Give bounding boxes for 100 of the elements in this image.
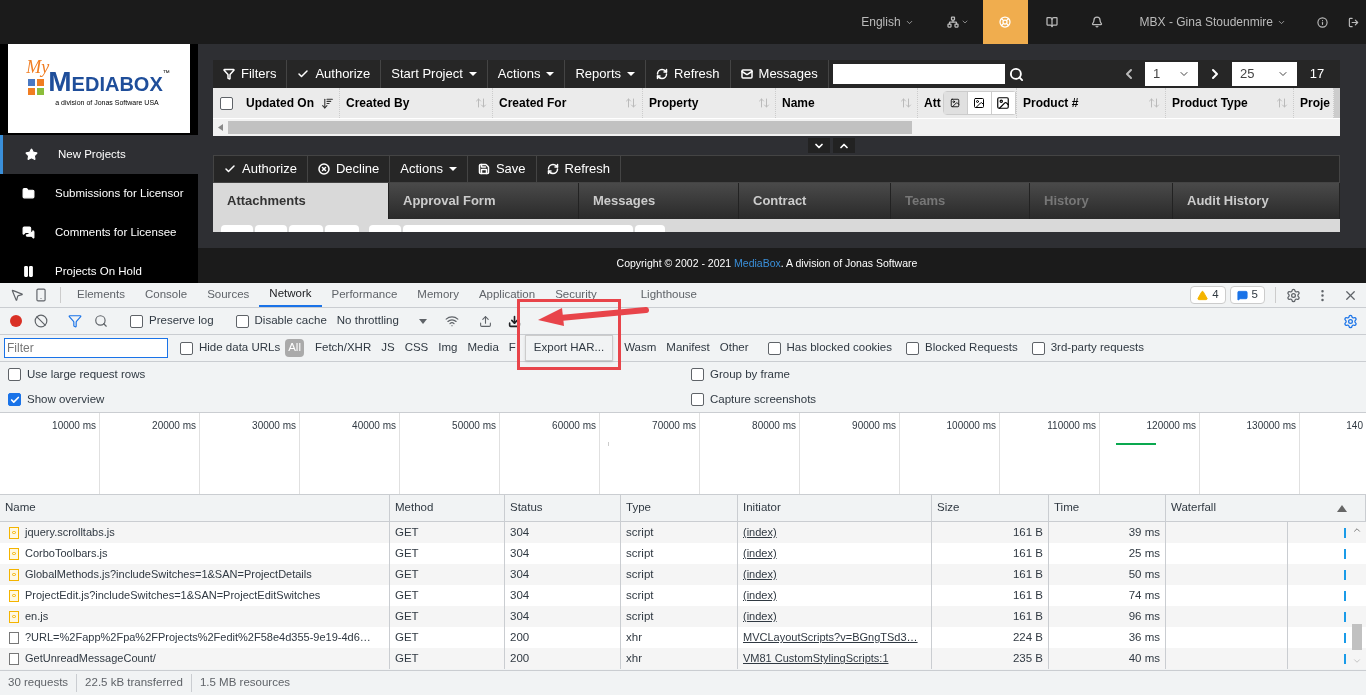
checkbox[interactable] bbox=[691, 393, 704, 406]
settings-icon[interactable] bbox=[1343, 313, 1358, 329]
checkbox[interactable] bbox=[1031, 341, 1045, 355]
clear-icon[interactable] bbox=[34, 314, 48, 328]
column-header[interactable]: Waterfall bbox=[1171, 499, 1216, 517]
request-row[interactable]: jquery.scrolltabs.js GET 304 script (index) 161 B 39 ms bbox=[0, 522, 1366, 543]
tick-label: 70000 ms bbox=[652, 420, 696, 431]
devtools-tab[interactable]: Security bbox=[545, 283, 607, 307]
devtools-tab[interactable]: Network bbox=[259, 283, 322, 307]
sort-ascending-icon[interactable] bbox=[1337, 504, 1347, 512]
detail-tab[interactable]: Audit History bbox=[1173, 183, 1340, 219]
request-row[interactable]: GetUnreadMessageCount/ GET 200 xhr VM81 CustomStylingScripts:1 235 B 40 ms bbox=[0, 648, 1366, 669]
type-filter[interactable]: Media bbox=[464, 339, 502, 357]
column-header[interactable]: Size bbox=[937, 499, 960, 517]
scroll-left-icon[interactable] bbox=[218, 124, 223, 131]
checkbox[interactable] bbox=[8, 368, 21, 381]
search-icon[interactable] bbox=[94, 314, 108, 328]
horizontal-scrollbar[interactable] bbox=[213, 118, 1340, 136]
sidebar-item[interactable]: New Projects bbox=[0, 135, 198, 174]
type-filter[interactable]: Fetch/XHR bbox=[311, 339, 375, 357]
column-header[interactable]: Proje bbox=[1300, 94, 1330, 112]
initiator-link[interactable]: MVCLayoutScripts?v=BGngTSd3… bbox=[743, 629, 918, 646]
initiator-link[interactable]: VM81 CustomStylingScripts:1 bbox=[743, 650, 889, 667]
column-header[interactable]: Updated On bbox=[246, 94, 314, 112]
request-row[interactable]: GlobalMethods.js?includeSwitches=1&SAN=ProjectDetails GET 304 script (index) 161 B 50 ms bbox=[0, 564, 1366, 585]
column-header[interactable]: Type bbox=[626, 499, 651, 517]
column-header[interactable]: Created By bbox=[346, 94, 410, 112]
initiator-link[interactable]: (index) bbox=[743, 587, 777, 604]
sidebar-item[interactable]: Projects On Hold bbox=[0, 252, 198, 283]
inspect-icon[interactable] bbox=[10, 288, 24, 302]
column-header[interactable]: Time bbox=[1054, 499, 1080, 517]
column-header[interactable]: Product # bbox=[1023, 94, 1079, 112]
scrollbar-thumb[interactable] bbox=[228, 121, 912, 134]
checkbox[interactable] bbox=[235, 314, 249, 328]
checkbox[interactable] bbox=[8, 393, 21, 406]
page-select[interactable]: 1 bbox=[1145, 62, 1198, 86]
initiator-link[interactable]: (index) bbox=[743, 545, 777, 562]
collapse-down-button[interactable] bbox=[808, 138, 830, 153]
upload-icon[interactable] bbox=[478, 314, 492, 328]
type-filter[interactable]: CSS bbox=[401, 339, 432, 357]
devtools-tab[interactable]: Console bbox=[134, 283, 198, 307]
settings-icon[interactable] bbox=[1286, 287, 1301, 303]
checkbox[interactable] bbox=[220, 96, 233, 110]
network-conditions-icon[interactable] bbox=[444, 314, 459, 328]
type-filter[interactable]: Other bbox=[716, 339, 752, 357]
detail-tab[interactable]: Approval Form bbox=[389, 183, 579, 219]
devtools-tab[interactable]: Performance bbox=[321, 283, 408, 307]
column-header[interactable]: Name bbox=[5, 499, 36, 517]
devtools-tab[interactable]: Application bbox=[468, 283, 546, 307]
expand-up-button[interactable] bbox=[833, 138, 855, 153]
checkbox[interactable] bbox=[906, 341, 919, 355]
mediabox-link[interactable]: MediaBox bbox=[734, 257, 781, 270]
message-icon bbox=[1236, 289, 1248, 301]
detail-tab[interactable]: Contract bbox=[739, 183, 891, 219]
initiator-link[interactable]: (index) bbox=[743, 608, 777, 625]
record-button[interactable] bbox=[10, 315, 22, 327]
checkbox[interactable] bbox=[130, 314, 143, 328]
devtools-tab[interactable]: Elements bbox=[67, 283, 135, 307]
filter-icon[interactable] bbox=[68, 314, 82, 328]
vertical-scrollbar[interactable] bbox=[1334, 88, 1340, 118]
language-menu[interactable]: English bbox=[853, 13, 922, 31]
type-filter[interactable]: Wasm bbox=[621, 339, 660, 357]
throttling-select[interactable]: No throttling bbox=[336, 312, 427, 330]
search-field[interactable] bbox=[832, 64, 1005, 84]
request-row[interactable]: en.js GET 304 script (index) 161 B 96 ms bbox=[0, 606, 1366, 627]
sidebar-item[interactable]: Comments for Licensee bbox=[0, 213, 198, 252]
filter-field[interactable]: Filter bbox=[4, 338, 168, 358]
sort-icon[interactable] bbox=[321, 96, 334, 110]
devtools-tab[interactable]: Sources bbox=[197, 283, 260, 307]
initiator-link[interactable]: (index) bbox=[743, 524, 777, 541]
image-size-button[interactable] bbox=[943, 92, 968, 114]
detail-tab[interactable]: Attachments bbox=[213, 183, 389, 219]
checkbox[interactable] bbox=[767, 341, 781, 355]
devtools-tab[interactable]: Memory bbox=[407, 283, 469, 307]
column-header[interactable]: Status bbox=[510, 499, 543, 517]
device-toolbar-icon[interactable] bbox=[34, 288, 48, 302]
tick-label: 30000 ms bbox=[252, 420, 296, 431]
help-button[interactable] bbox=[982, 0, 1028, 44]
column-header[interactable]: Initiator bbox=[743, 499, 781, 517]
initiator-link[interactable]: (index) bbox=[743, 566, 777, 583]
user-menu[interactable]: MBX - Gina Stoudenmire bbox=[1131, 13, 1294, 31]
column-header[interactable]: Product Type bbox=[1172, 94, 1248, 112]
type-filter[interactable]: JS bbox=[378, 339, 398, 357]
type-filter[interactable]: Manifest bbox=[663, 339, 713, 357]
devtools-tab[interactable]: Lighthouse bbox=[606, 283, 707, 307]
column-header[interactable]: Att bbox=[924, 94, 941, 112]
detail-tab[interactable]: Messages bbox=[579, 183, 739, 219]
messages-badge[interactable]: 5 bbox=[1229, 286, 1265, 304]
type-filter[interactable]: Img bbox=[435, 339, 461, 357]
scrollbar-thumb[interactable] bbox=[1352, 624, 1362, 650]
checkbox[interactable] bbox=[691, 368, 704, 381]
sidebar-item[interactable]: Submissions for Licensor bbox=[0, 174, 198, 213]
column-header[interactable]: Created For bbox=[499, 94, 567, 112]
page-size-select[interactable]: 25 bbox=[1232, 62, 1297, 86]
checkbox[interactable] bbox=[180, 341, 193, 355]
column-header[interactable]: Method bbox=[395, 499, 434, 517]
column-header[interactable]: Name bbox=[782, 94, 815, 112]
column-header[interactable]: Property bbox=[649, 94, 699, 112]
warnings-badge[interactable]: 4 bbox=[1190, 286, 1226, 304]
type-filter[interactable]: F bbox=[505, 339, 519, 357]
